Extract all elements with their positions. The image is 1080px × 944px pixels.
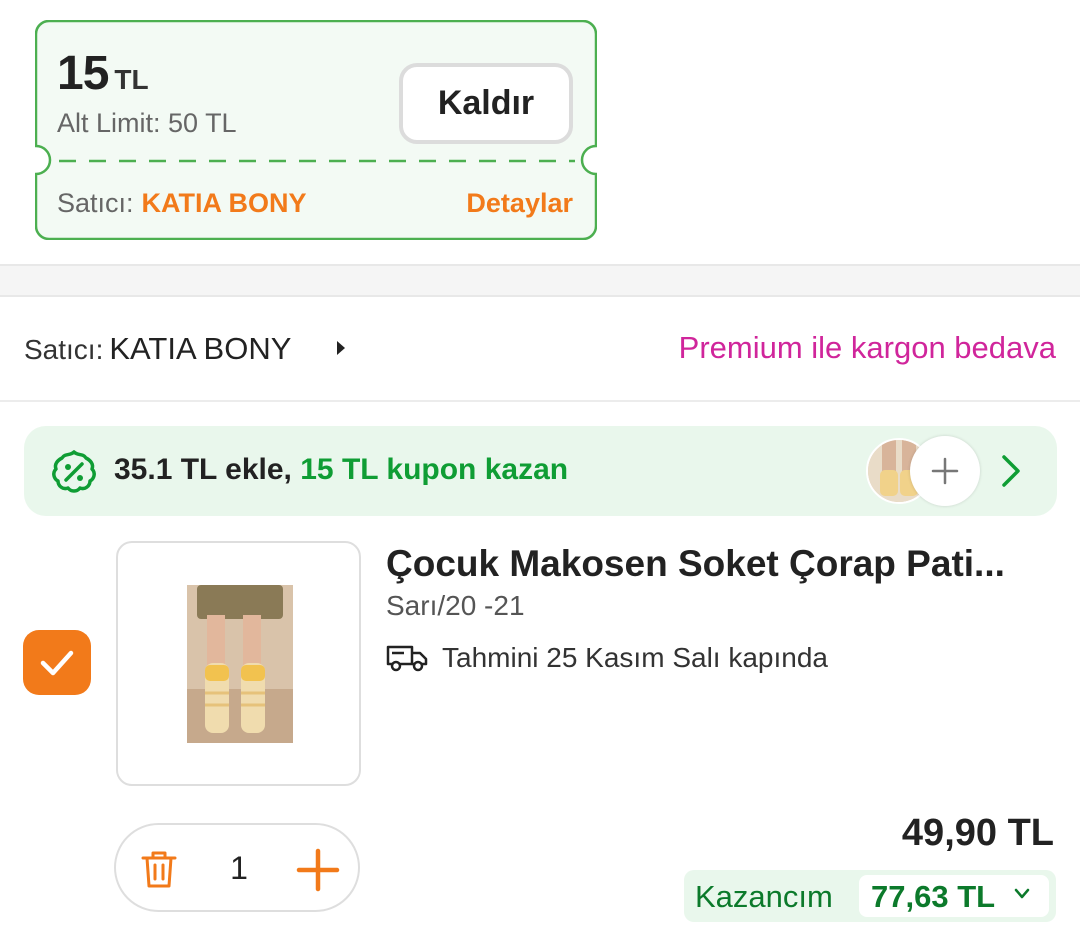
seller-link[interactable]: Satıcı: KATIA BONY xyxy=(24,331,291,367)
increase-quantity-icon[interactable] xyxy=(296,848,340,892)
caret-right-icon[interactable] xyxy=(335,339,347,357)
delivery-truck-icon xyxy=(386,645,428,672)
quantity-stepper: 1 xyxy=(114,823,360,912)
product-variant: Sarı/20 -21 xyxy=(386,590,525,621)
coupon-seller-label: Satıcı: xyxy=(57,188,134,218)
earnings-value-box: 77,63 TL xyxy=(859,875,1049,917)
coupon-details-link[interactable]: Detaylar xyxy=(466,188,573,219)
add-product-button[interactable] xyxy=(910,436,980,506)
seller-label: Satıcı: xyxy=(24,334,104,365)
trash-icon[interactable] xyxy=(140,849,178,889)
seller-name: KATIA BONY xyxy=(109,331,292,366)
product-price: 49,90 TL xyxy=(901,812,1054,854)
premium-free-shipping-text: Premium ile kargon bedava xyxy=(678,330,1056,365)
section-divider xyxy=(0,264,1080,297)
earnings-value: 77,63 TL xyxy=(871,879,996,914)
product-image-frame[interactable] xyxy=(116,541,361,786)
remove-coupon-button[interactable]: Kaldır xyxy=(399,63,573,144)
promo-text-highlight: 15 TL kupon kazan xyxy=(300,453,569,486)
coupon-currency: TL xyxy=(114,64,149,95)
earnings-badge[interactable]: Kazancım 77,63 TL xyxy=(684,870,1056,922)
checkmark-icon xyxy=(40,650,74,675)
product-select-checkbox[interactable] xyxy=(23,630,91,695)
product-photo xyxy=(187,585,293,743)
promo-text: 35.1 TL ekle, 15 TL kupon kazan xyxy=(114,453,568,487)
coupon-seller-name[interactable]: KATIA BONY xyxy=(142,188,307,218)
chevron-right-icon[interactable] xyxy=(1000,454,1022,488)
coupon-seller: Satıcı: KATIA BONY xyxy=(57,188,307,219)
delivery-text: Tahmini 25 Kasım Salı kapında xyxy=(442,642,828,673)
coupon-leaf-icon xyxy=(52,450,96,493)
coupon-min-limit: Alt Limit: 50 TL xyxy=(57,108,237,138)
quantity-value: 1 xyxy=(230,850,248,886)
seller-header: Satıcı: KATIA BONY Premium ile kargon bed… xyxy=(0,297,1080,402)
chevron-down-icon xyxy=(1014,888,1030,899)
coupon-amount: 15 TL xyxy=(57,46,149,101)
product-title[interactable]: Çocuk Makosen Soket Çorap Pati... xyxy=(386,543,1054,585)
earnings-label: Kazancım xyxy=(695,879,833,914)
delivery-estimate: Tahmini 25 Kasım Salı kapında xyxy=(386,642,828,674)
coupon-progress-banner[interactable]: 35.1 TL ekle, 15 TL kupon kazan xyxy=(24,426,1057,516)
coupon-card: 15 TL Alt Limit: 50 TL Kaldır Satıcı: KATI… xyxy=(35,20,597,240)
plus-icon xyxy=(931,457,959,485)
coupon-amount-value: 15 xyxy=(57,47,109,100)
promo-text-prefix: 35.1 TL ekle, xyxy=(114,453,292,486)
